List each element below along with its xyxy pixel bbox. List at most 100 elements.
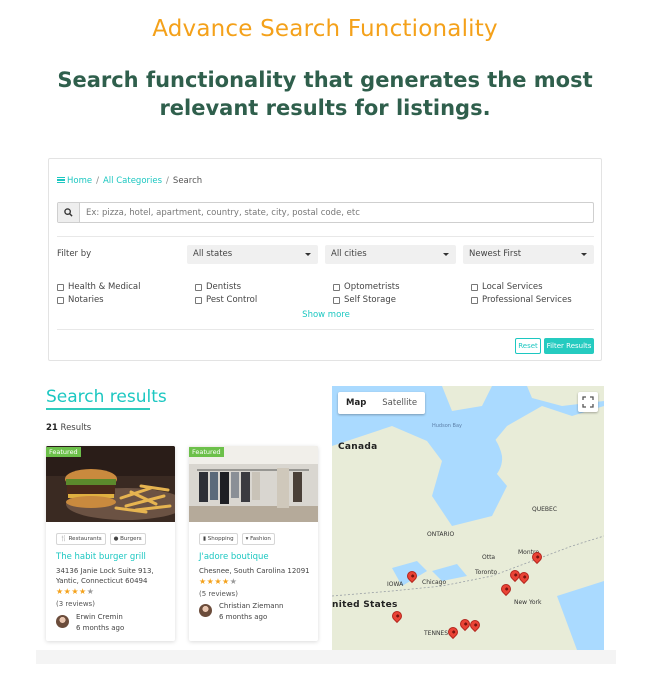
featured-badge: Featured	[189, 447, 224, 457]
checkbox[interactable]	[471, 296, 478, 304]
breadcrumb-separator: /	[166, 176, 169, 186]
category-label: Self Storage	[344, 295, 396, 305]
breadcrumb-home[interactable]: Home	[57, 176, 92, 186]
map-label: IOWA	[387, 581, 404, 588]
breadcrumb-all-categories[interactable]: All Categories	[103, 176, 162, 186]
search-button[interactable]	[58, 203, 80, 222]
checkbox[interactable]	[471, 283, 478, 291]
checkbox[interactable]	[195, 283, 202, 291]
hero-subtitle: Search functionality that generates the …	[57, 68, 593, 120]
post-time: 6 months ago	[76, 624, 125, 632]
checkbox[interactable]	[57, 283, 64, 291]
map-label: QUEBEC	[532, 506, 558, 513]
tag-list: 🍴 Restaurants ● Burgers	[56, 533, 146, 545]
results-count: 21 Results	[46, 423, 91, 433]
show-more-link[interactable]: Show more	[49, 310, 603, 320]
fullscreen-button[interactable]	[578, 392, 598, 412]
filter-results-button[interactable]: Filter Results	[544, 338, 594, 354]
category-label: Professional Services	[482, 295, 572, 305]
sort-select[interactable]: Newest First	[463, 245, 594, 264]
reset-button[interactable]: Reset	[515, 338, 541, 354]
map-terrain	[332, 386, 604, 650]
tag-label: Fashion	[250, 536, 271, 542]
review-count: (5 reviews)	[199, 590, 238, 598]
category-checkbox[interactable]: Self Storage	[333, 295, 396, 305]
city-select[interactable]: All cities	[325, 245, 456, 264]
featured-badge: Featured	[46, 447, 81, 457]
listing-image-burger[interactable]	[46, 446, 175, 522]
category-label: Optometrists	[344, 282, 400, 292]
results-count-number: 21	[46, 423, 58, 433]
utensils-icon: 🍴	[60, 536, 67, 542]
rating-stars: ★★★★★	[199, 577, 238, 586]
category-checkbox[interactable]: Notaries	[57, 295, 104, 305]
fullscreen-icon	[582, 396, 594, 408]
map-label: Otta	[482, 554, 496, 561]
category-checkbox[interactable]: Health & Medical	[57, 282, 141, 292]
category-checkbox[interactable]: Optometrists	[333, 282, 400, 292]
burger-icon: ●	[113, 536, 119, 542]
post-time: 6 months ago	[219, 613, 268, 621]
results-count-label: Results	[60, 423, 92, 433]
tag-label: Restaurants	[68, 536, 102, 542]
category-label: Health & Medical	[68, 282, 141, 292]
category-checkbox[interactable]: Dentists	[195, 282, 241, 292]
caret-down-icon	[305, 253, 311, 256]
category-label: Dentists	[206, 282, 242, 292]
listing-card[interactable]: Featured 🍴 Restaurants ● Burgers The hab…	[46, 446, 175, 641]
divider	[57, 236, 594, 237]
breadcrumb-current: Search	[172, 176, 203, 186]
map-label: New York	[514, 599, 542, 606]
listing-address: 34136 Janie Lock Suite 913, Yantic, Conn…	[56, 567, 154, 585]
state-select[interactable]: All states	[187, 245, 318, 264]
tag-label: Burgers	[120, 536, 142, 542]
caret-down-icon	[581, 253, 587, 256]
caret-down-icon	[443, 253, 449, 256]
state-select-value: All states	[193, 249, 233, 259]
tag-burgers[interactable]: ● Burgers	[109, 533, 146, 545]
listing-image-boutique[interactable]	[189, 446, 318, 522]
map-type-toggle: Map Satellite	[338, 392, 426, 414]
map-label: ONTARIO	[427, 531, 455, 538]
listing-card[interactable]: Featured ▮ Shopping ▾ Fashion J'adore bo…	[189, 446, 318, 641]
page-footer-strip	[36, 650, 616, 664]
tag-fashion[interactable]: ▾ Fashion	[241, 533, 275, 545]
shirt-icon: ▾	[245, 536, 249, 542]
search-input[interactable]	[80, 204, 593, 221]
tag-restaurants[interactable]: 🍴 Restaurants	[56, 533, 106, 545]
tag-shopping[interactable]: ▮ Shopping	[199, 533, 238, 545]
shopping-icon: ▮	[203, 536, 207, 542]
category-label: Pest Control	[206, 295, 258, 305]
search-panel: Home/All Categories/Search Filter by All…	[48, 158, 602, 361]
results-map[interactable]: Map Satellite Hudson Bay Canada ONTARIO …	[332, 386, 604, 650]
breadcrumb: Home / All Categories / Search	[57, 176, 202, 186]
map-tab-satellite[interactable]: Satellite	[374, 392, 425, 414]
map-label: Canada	[338, 442, 378, 452]
checkbox[interactable]	[195, 296, 202, 304]
map-tab-map[interactable]: Map	[338, 392, 374, 414]
results-title: Search results	[46, 387, 167, 407]
tag-list: ▮ Shopping ▾ Fashion	[199, 533, 275, 545]
category-checkbox[interactable]: Local Services	[471, 282, 543, 292]
listing-title[interactable]: J'adore boutique	[199, 552, 269, 562]
sort-select-value: Newest First	[469, 249, 522, 259]
breadcrumb-home-label[interactable]: Home	[67, 176, 92, 186]
filter-label: Filter by	[57, 249, 92, 259]
city-select-value: All cities	[331, 249, 367, 259]
divider	[57, 329, 594, 330]
map-label: Chicago	[422, 579, 447, 586]
checkbox[interactable]	[333, 296, 340, 304]
avatar	[56, 615, 69, 628]
checkbox[interactable]	[333, 283, 340, 291]
category-checkbox[interactable]: Pest Control	[195, 295, 257, 305]
checkbox[interactable]	[57, 296, 64, 304]
tag-label: Shopping	[207, 536, 234, 542]
search-icon	[64, 208, 73, 217]
listing-address: Chesnee, South Carolina 12091	[199, 567, 310, 575]
avatar	[199, 604, 212, 617]
category-label: Notaries	[68, 295, 104, 305]
rating-stars: ★★★★★	[56, 587, 95, 596]
listing-title[interactable]: The habit burger grill	[56, 552, 146, 562]
map-label: Hudson Bay	[432, 423, 462, 429]
category-checkbox[interactable]: Professional Services	[471, 295, 572, 305]
